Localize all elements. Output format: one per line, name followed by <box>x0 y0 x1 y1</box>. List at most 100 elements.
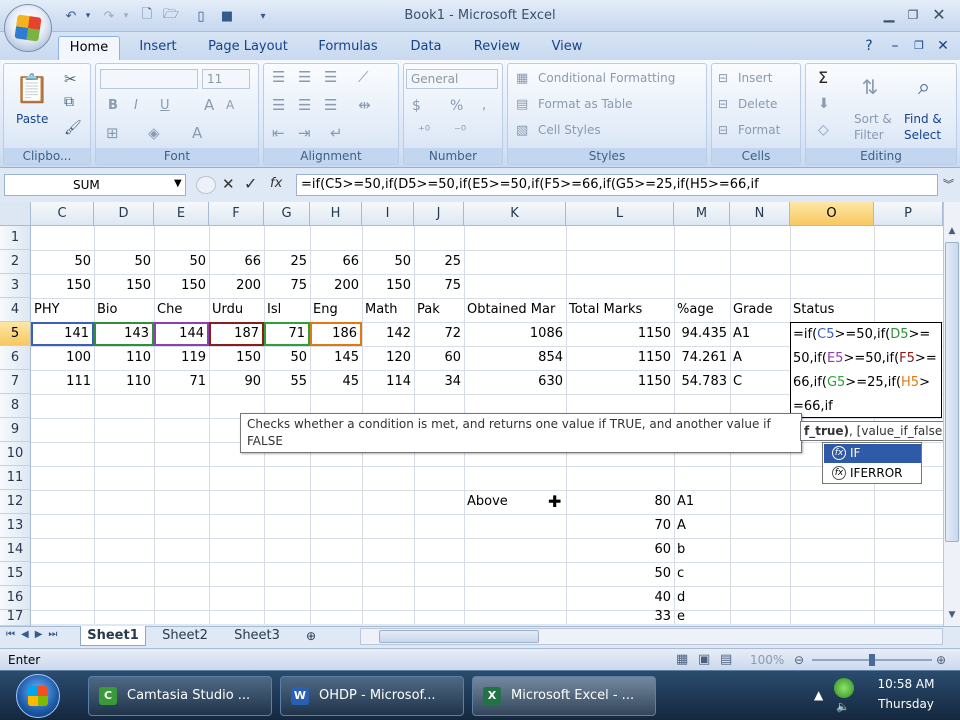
redo-icon[interactable]: ↷ <box>98 6 120 26</box>
cell-g5[interactable]: 71 <box>264 322 310 346</box>
cell-k5[interactable]: 1086 <box>464 322 566 346</box>
workbook-minimize-icon[interactable]: – <box>884 37 906 55</box>
cell-f6[interactable]: 150 <box>209 346 264 370</box>
cell-c7[interactable]: 111 <box>31 370 94 394</box>
row-header-8[interactable]: 8 <box>0 394 31 418</box>
cell-f2[interactable]: 66 <box>209 250 264 274</box>
zoom-level[interactable]: 100% <box>750 649 784 671</box>
cell-f7[interactable]: 90 <box>209 370 264 394</box>
row-header-9[interactable]: 9 <box>0 418 31 442</box>
cell-c5[interactable]: 141 <box>31 322 94 346</box>
sheet-tab-sheet3[interactable]: Sheet3 <box>224 626 290 646</box>
autocomplete-item-iferror[interactable]: fx IFERROR <box>824 464 921 483</box>
tab-view[interactable]: View <box>540 36 594 60</box>
comma-style-icon[interactable]: , <box>482 98 486 113</box>
cell-f3[interactable]: 200 <box>209 274 264 298</box>
fill-color-icon[interactable]: ◈ <box>148 124 160 142</box>
save-icon[interactable]: ■ <box>218 6 236 26</box>
task-camtasia[interactable]: C Camtasia Studio ... <box>88 676 272 716</box>
cell-i2[interactable]: 50 <box>362 250 414 274</box>
column-header-d[interactable]: D <box>94 202 154 226</box>
start-button[interactable] <box>16 674 60 718</box>
format-cells-button[interactable]: Format <box>738 123 780 137</box>
sheet-tab-sheet2[interactable]: Sheet2 <box>152 626 218 646</box>
column-header-i[interactable]: I <box>362 202 414 226</box>
cell-g2[interactable]: 25 <box>264 250 310 274</box>
clock[interactable]: 10:58 AM Thursday <box>856 674 956 718</box>
merge-center-icon[interactable]: ⇹ <box>358 96 371 114</box>
borders-icon[interactable]: ⊞ <box>106 124 119 142</box>
zoom-in-icon[interactable]: ⊕ <box>936 649 946 671</box>
scroll-thumb[interactable] <box>945 242 959 542</box>
column-header-p[interactable]: P <box>874 202 943 226</box>
column-header-h[interactable]: H <box>310 202 362 226</box>
normal-view-icon[interactable]: ▦ <box>676 649 688 671</box>
cell-m12[interactable]: A1 <box>674 490 730 514</box>
sheet-navigation-icons[interactable]: ⏮◀▶⏭ <box>6 629 63 640</box>
cell-f5[interactable]: 187 <box>209 322 264 346</box>
shrink-font-icon[interactable]: A <box>226 98 234 112</box>
column-header-f[interactable]: F <box>209 202 264 226</box>
cell-l5[interactable]: 1150 <box>566 322 674 346</box>
cell-i3[interactable]: 150 <box>362 274 414 298</box>
page-layout-view-icon[interactable]: ▣ <box>698 649 710 671</box>
cell-i6[interactable]: 120 <box>362 346 414 370</box>
cell-d4[interactable]: Bio <box>94 298 154 322</box>
fill-icon[interactable]: ⬇ <box>818 96 830 112</box>
percent-button[interactable]: % <box>450 98 463 114</box>
cell-m7[interactable]: 54.783 <box>674 370 730 394</box>
format-as-table-button[interactable]: Format as Table <box>538 97 633 111</box>
cell-o5-editor[interactable]: =if(C5>=50,if(D5>= 50,if(E5>=50,if(F5>= … <box>790 322 942 418</box>
cell-e5[interactable]: 144 <box>154 322 209 346</box>
cell-i7[interactable]: 114 <box>362 370 414 394</box>
cell-l12[interactable]: 80 <box>566 490 674 514</box>
minimize-icon[interactable]: ▁ <box>878 6 900 24</box>
cell-o4[interactable]: Status <box>790 298 874 322</box>
align-bottom-icon[interactable]: ☰ <box>324 68 337 86</box>
cell-e2[interactable]: 50 <box>154 250 209 274</box>
conditional-formatting-button[interactable]: Conditional Formatting <box>538 71 675 85</box>
paste-button[interactable]: Paste <box>16 112 48 126</box>
row-header-17[interactable]: 17 <box>0 610 31 626</box>
cell-i4[interactable]: Math <box>362 298 414 322</box>
column-header-e[interactable]: E <box>154 202 209 226</box>
orientation-icon[interactable]: ⟋ <box>358 68 369 86</box>
cell-j3[interactable]: 75 <box>414 274 464 298</box>
column-header-m[interactable]: M <box>674 202 730 226</box>
workbook-close-icon[interactable]: ✕ <box>932 37 954 55</box>
row-header-10[interactable]: 10 <box>0 442 31 466</box>
cell-m15[interactable]: c <box>674 562 730 586</box>
cell-h7[interactable]: 45 <box>310 370 362 394</box>
tab-formulas[interactable]: Formulas <box>310 36 386 60</box>
cell-e7[interactable]: 71 <box>154 370 209 394</box>
currency-button[interactable]: $ <box>412 98 421 114</box>
tab-data[interactable]: Data <box>398 36 454 60</box>
zoom-slider-handle[interactable] <box>869 654 875 666</box>
cell-k4[interactable]: Obtained Mar <box>464 298 566 322</box>
cell-l14[interactable]: 60 <box>566 538 674 562</box>
wrap-text-icon[interactable]: ↵ <box>330 124 343 142</box>
row-header-4[interactable]: 4 <box>0 298 31 322</box>
font-size-dropdown[interactable]: 11 <box>202 69 250 89</box>
cell-n5[interactable]: A1 <box>730 322 790 346</box>
name-box-dropdown-icon[interactable]: ▼ <box>174 178 182 189</box>
column-header-g[interactable]: G <box>264 202 310 226</box>
tab-home[interactable]: Home <box>58 36 120 60</box>
bold-button[interactable]: B <box>108 98 118 113</box>
formula-input[interactable]: =if(C5>=50,if(D5>=50,if(E5>=50,if(F5>=66… <box>296 174 938 196</box>
column-header-o[interactable]: O <box>790 202 874 226</box>
column-header-k[interactable]: K <box>464 202 566 226</box>
row-header-13[interactable]: 13 <box>0 514 31 538</box>
speaker-icon[interactable]: 🔈 <box>836 700 850 713</box>
column-header-c[interactable]: C <box>31 202 94 226</box>
align-left-icon[interactable]: ☰ <box>272 96 285 114</box>
cell-c6[interactable]: 100 <box>31 346 94 370</box>
cell-d7[interactable]: 110 <box>94 370 154 394</box>
cell-m14[interactable]: b <box>674 538 730 562</box>
center-icon[interactable]: ☰ <box>298 96 311 114</box>
help-icon[interactable]: ? <box>858 37 880 55</box>
cell-j6[interactable]: 60 <box>414 346 464 370</box>
cell-e4[interactable]: Che <box>154 298 209 322</box>
autocomplete-item-if[interactable]: fx IF <box>824 444 921 463</box>
cell-l15[interactable]: 50 <box>566 562 674 586</box>
